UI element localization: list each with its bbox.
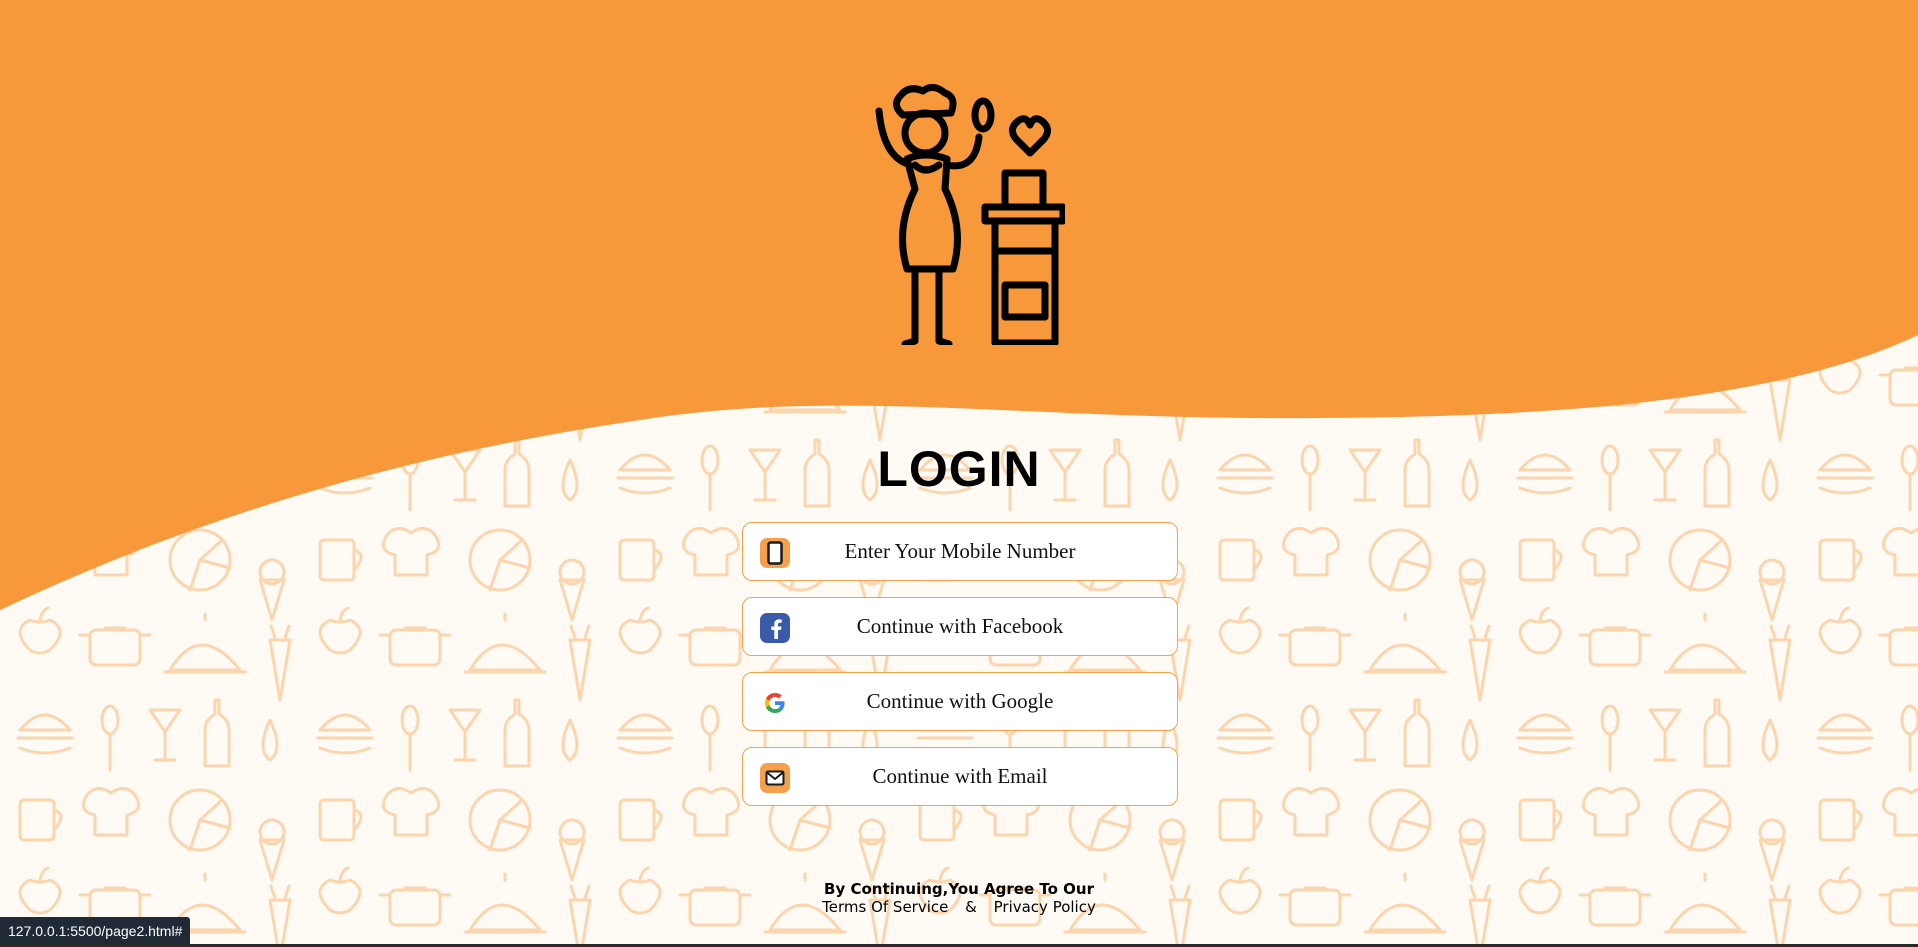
google-login-label: Continue with Google: [866, 689, 1054, 713]
chef-cooking-icon: [875, 84, 1065, 345]
google-login-button[interactable]: Continue with Google: [742, 672, 1178, 731]
legal-links: Terms Of Service & Privacy Policy: [0, 898, 1918, 916]
facebook-login-button[interactable]: Continue with Facebook: [742, 597, 1178, 656]
agreement-text: By Continuing,You Agree To Our: [824, 880, 1094, 898]
login-options: Enter Your Mobile Number Continue with F…: [742, 522, 1178, 822]
status-url-bar: 127.0.0.1:5500/page2.html#: [0, 917, 191, 945]
ampersand-text: &: [965, 898, 977, 916]
privacy-policy-link[interactable]: Privacy Policy: [994, 898, 1096, 916]
facebook-login-label: Continue with Facebook: [856, 614, 1064, 638]
email-login-button[interactable]: Continue with Email: [742, 747, 1178, 806]
mobile-login-label: Enter Your Mobile Number: [844, 539, 1076, 563]
terms-of-service-link[interactable]: Terms Of Service: [822, 898, 948, 916]
email-login-label: Continue with Email: [872, 764, 1048, 788]
mobile-login-button[interactable]: Enter Your Mobile Number: [742, 522, 1178, 581]
page-title: LOGIN: [877, 441, 1041, 497]
